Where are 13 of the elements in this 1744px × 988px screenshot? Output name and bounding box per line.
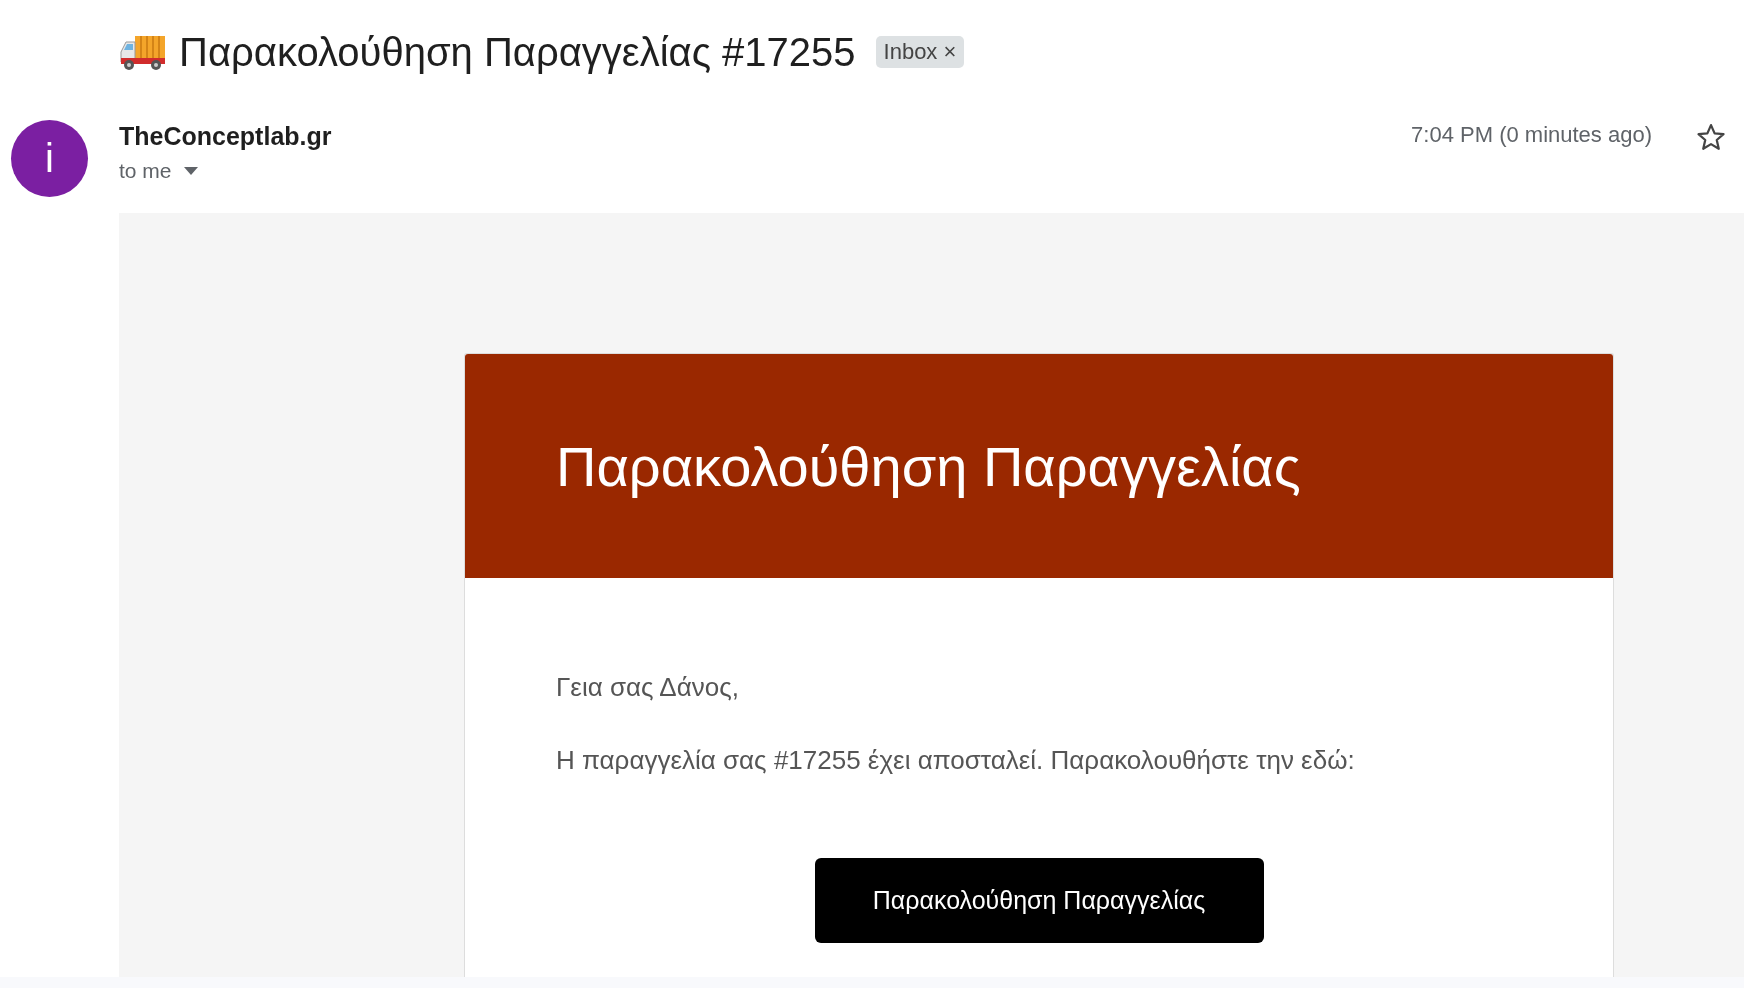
header-title: Παρακολούθηση Παραγγελίας	[556, 433, 1301, 499]
label-text: Inbox	[883, 39, 938, 65]
message-text: Η παραγγελία σας #17255 έχει αποσταλεί. Παρακολουθήστε την εδώ:	[556, 745, 1356, 776]
email-time: 7:04 PM (0 minutes ago)	[1411, 121, 1652, 148]
sender-avatar: i	[11, 120, 88, 197]
star-icon[interactable]	[1696, 122, 1726, 152]
greeting-text: Γεια σας Δάνος,	[556, 672, 740, 703]
caret-icon	[183, 167, 198, 175]
track-order-button[interactable]: Παρακολούθηση Παραγγελίας	[814, 858, 1264, 943]
sender-name: TheConceptlab.gr	[119, 122, 333, 151]
email-subject: Παρακολούθηση Παραγγελίας #17255	[179, 29, 856, 75]
remove-label-button[interactable]: ×	[943, 39, 957, 65]
recipient-dropdown[interactable]: to me	[119, 159, 1412, 183]
